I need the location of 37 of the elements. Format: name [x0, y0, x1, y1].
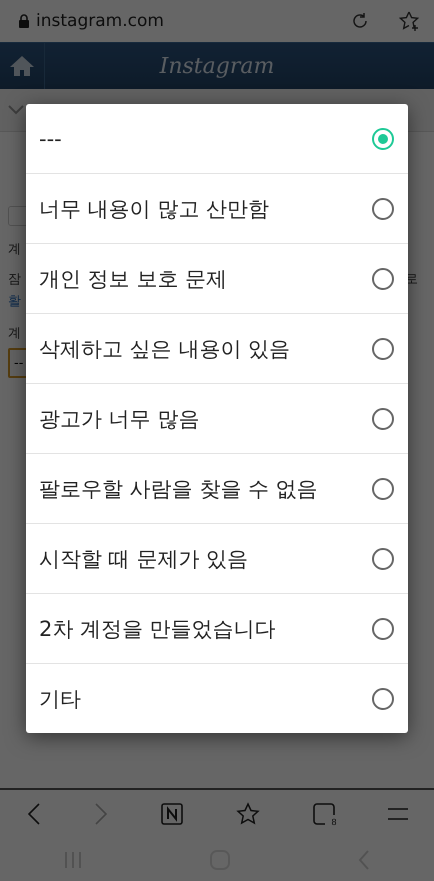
radio-button[interactable] [372, 268, 394, 290]
option-label: 기타 [39, 686, 81, 712]
logo: Instagram [158, 54, 276, 78]
reason-option[interactable]: 기타 [26, 663, 408, 733]
reason-option[interactable]: 너무 내용이 많고 산만함 [26, 173, 408, 243]
reason-option[interactable]: 2차 계정을 만들었습니다 [26, 593, 408, 663]
star-add-icon[interactable] [398, 10, 420, 32]
radio-button[interactable] [372, 408, 394, 430]
chevron-left-icon [26, 803, 40, 825]
option-label: 팔로우할 사람을 찾을 수 없음 [39, 476, 318, 502]
radio-button[interactable] [372, 548, 394, 570]
reason-option[interactable]: 팔로우할 사람을 찾을 수 없음 [26, 453, 408, 523]
body-text: 잠 [8, 271, 21, 288]
option-label: 삭제하고 싶은 내용이 있음 [39, 336, 290, 362]
radio-button[interactable] [372, 198, 394, 220]
radio-button[interactable] [372, 618, 394, 640]
reason-option[interactable]: 시작할 때 문제가 있음 [26, 523, 408, 593]
radio-button[interactable] [372, 128, 394, 150]
option-label: 광고가 너무 많음 [39, 406, 200, 432]
option-label: 너무 내용이 많고 산만함 [39, 196, 270, 222]
chevron-right-icon [94, 803, 108, 825]
radio-button[interactable] [372, 478, 394, 500]
option-label: --- [39, 126, 62, 150]
reason-option[interactable]: --- [26, 104, 408, 173]
home-icon [9, 55, 35, 77]
radio-button[interactable] [372, 338, 394, 360]
field-label: 계 [8, 241, 21, 258]
option-label: 2차 계정을 만들었습니다 [39, 616, 276, 642]
option-label: 개인 정보 보호 문제 [39, 266, 228, 292]
radio-button[interactable] [372, 688, 394, 710]
reason-option[interactable]: 광고가 너무 많음 [26, 383, 408, 453]
chevron-down-icon[interactable] [8, 105, 24, 115]
reason-option[interactable]: 개인 정보 보호 문제 [26, 243, 408, 313]
lock-icon [18, 14, 30, 28]
reason-option[interactable]: 삭제하고 싶은 내용이 있음 [26, 313, 408, 383]
option-label: 시작할 때 문제가 있음 [39, 546, 248, 572]
field-label: 계 [8, 325, 21, 342]
